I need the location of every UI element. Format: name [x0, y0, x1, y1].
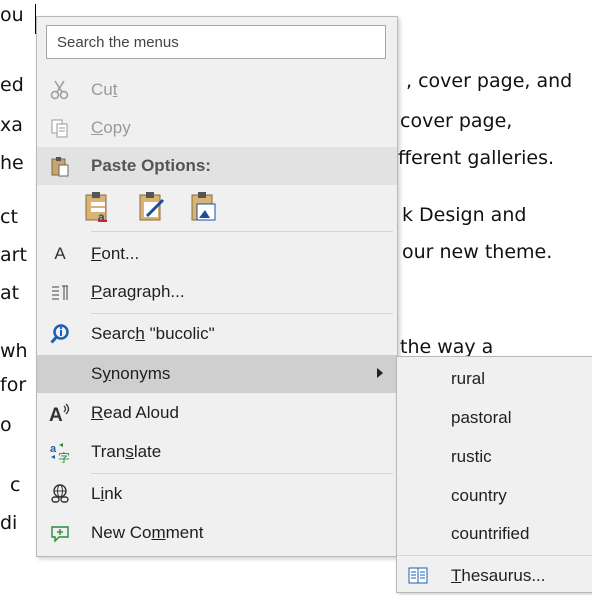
synonym-item[interactable]: pastoral — [397, 399, 592, 437]
doc-line-left: di — [0, 512, 18, 534]
doc-line-left: wh — [0, 340, 28, 362]
menu-item-paragraph[interactable]: Paragraph... — [37, 273, 397, 311]
svg-text:A: A — [49, 405, 63, 424]
new-comment-icon — [49, 522, 71, 544]
doc-line-left: at — [0, 282, 20, 304]
search-icon — [49, 323, 71, 345]
doc-line-right: k Design and — [402, 204, 527, 226]
menu-separator — [91, 231, 393, 232]
doc-line-left: o — [0, 414, 12, 436]
doc-line-right: fferent galleries. — [398, 147, 555, 169]
doc-line-right: the way a — [400, 336, 494, 358]
paste-keep-formatting-icon[interactable]: a — [85, 191, 111, 224]
doc-line-left: for — [0, 374, 27, 396]
menu-item-label: New Comment — [91, 523, 204, 542]
submenu-separator — [397, 555, 592, 556]
synonym-item[interactable]: rural — [397, 360, 592, 398]
menu-item-label: Translate — [91, 442, 162, 461]
synonym-label: rural — [451, 369, 486, 388]
menu-item-copy[interactable]: Copy — [37, 109, 397, 147]
doc-line-left: he — [0, 152, 24, 174]
link-icon — [49, 483, 71, 505]
menu-item-label: Font... — [91, 244, 140, 263]
context-menu: Search the menus Cut Copy Paste Options:… — [36, 16, 398, 557]
menu-item-new-comment[interactable]: New Comment — [37, 514, 397, 552]
menu-item-label: Link — [91, 484, 123, 503]
search-menus-input[interactable]: Search the menus — [46, 25, 386, 59]
svg-text:字: 字 — [58, 450, 70, 463]
menu-item-label: Read Aloud — [91, 403, 179, 422]
translate-icon: a字 — [49, 441, 71, 465]
menu-item-link[interactable]: Link — [37, 475, 397, 513]
menu-item-label: Cut — [91, 80, 118, 99]
read-aloud-icon: A — [49, 402, 71, 426]
menu-item-label: Copy — [91, 118, 131, 137]
copy-icon — [49, 117, 71, 139]
paste-options-label: Paste Options: — [91, 156, 211, 175]
menu-item-translate[interactable]: a字 Translate — [37, 433, 397, 471]
doc-line-left: ct — [0, 206, 18, 228]
doc-line-left: c — [10, 474, 21, 496]
synonym-label: pastoral — [451, 408, 512, 427]
font-icon: A — [54, 244, 66, 263]
doc-line-left: ed — [0, 74, 24, 96]
svg-text:a: a — [50, 443, 57, 455]
menu-item-search[interactable]: Search "bucolic" — [37, 315, 397, 353]
synonym-item[interactable]: rustic — [397, 438, 592, 476]
menu-item-label: Search "bucolic" — [91, 324, 215, 343]
menu-item-read-aloud[interactable]: A Read Aloud — [37, 394, 397, 432]
doc-line-right: our new theme. — [402, 241, 553, 263]
menu-item-cut[interactable]: Cut — [37, 71, 397, 109]
doc-line-left: xa — [0, 114, 23, 136]
clipboard-icon — [49, 155, 71, 177]
menu-separator — [91, 473, 393, 474]
submenu-arrow-icon — [377, 368, 383, 378]
paste-merge-formatting-icon[interactable] — [139, 191, 165, 223]
doc-line-right: , cover page, and — [406, 70, 573, 92]
paste-picture-icon[interactable] — [191, 191, 217, 223]
synonym-label: countrified — [451, 524, 530, 543]
menu-item-thesaurus[interactable]: Thesaurus... — [397, 557, 592, 595]
doc-line-left: art — [0, 244, 27, 266]
synonym-item[interactable]: country — [397, 477, 592, 515]
synonyms-submenu: rural pastoral rustic country countrifie… — [396, 356, 592, 593]
synonym-label: country — [451, 486, 507, 505]
menu-item-synonyms[interactable]: Synonyms — [37, 355, 397, 393]
synonym-item[interactable]: countrified — [397, 515, 592, 553]
menu-item-label: Thesaurus... — [451, 566, 546, 585]
menu-separator — [91, 313, 393, 314]
menu-item-label: Paragraph... — [91, 282, 185, 301]
menu-item-label: Synonyms — [91, 364, 171, 383]
doc-fragment: ou — [0, 4, 24, 26]
doc-line-right: cover page, — [400, 110, 513, 132]
synonym-label: rustic — [451, 447, 492, 466]
menu-item-font[interactable]: A Font... — [37, 235, 397, 273]
paste-options-header: Paste Options: — [37, 147, 397, 185]
scissors-icon — [49, 79, 71, 101]
paste-options-group: a — [81, 187, 221, 229]
paragraph-icon — [49, 281, 71, 303]
thesaurus-icon — [407, 565, 429, 592]
